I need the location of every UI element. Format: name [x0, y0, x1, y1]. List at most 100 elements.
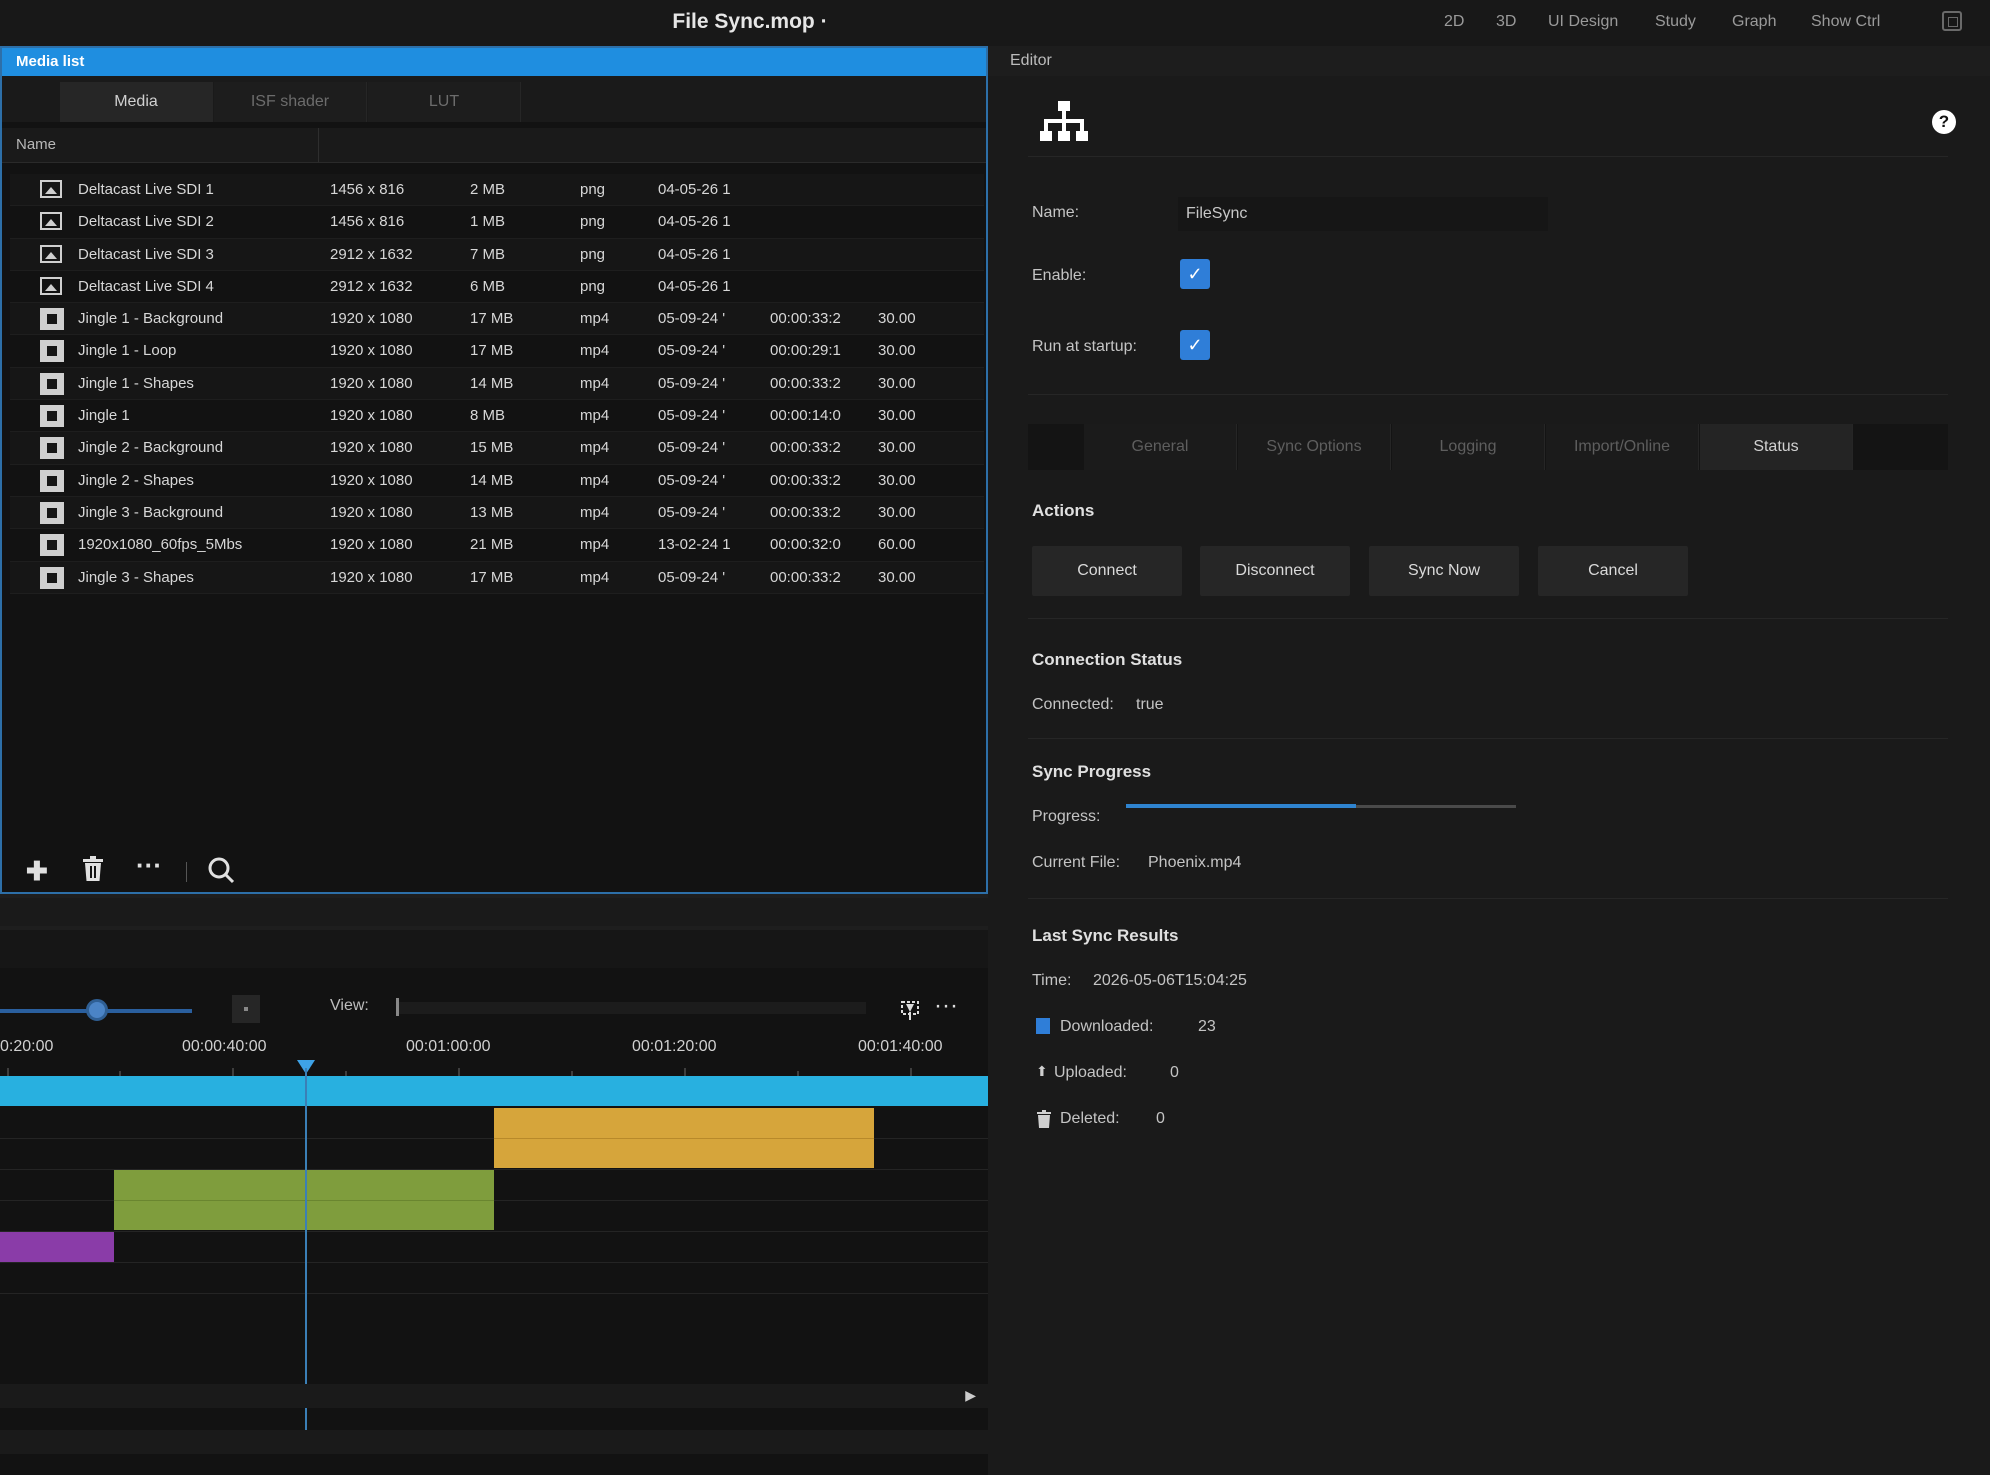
splitter-bar[interactable] [0, 898, 988, 926]
cell-size: 21 MB [470, 536, 514, 554]
cell-size: 17 MB [470, 310, 514, 328]
video-icon [40, 437, 64, 460]
table-row[interactable]: 1920x1080_60fps_5Mbs 1920 x 1080 21 MB mp4 1… [10, 529, 984, 562]
cell-name: Jingle 2 - Shapes [78, 471, 194, 489]
tab-general[interactable]: General [1084, 424, 1237, 470]
timeline-scrollbar[interactable]: ▶ [0, 1384, 988, 1408]
menu-study[interactable]: Study [1655, 13, 1696, 31]
cell-date: 05-09-24 ' [658, 407, 726, 425]
cell-size: 1 MB [470, 213, 506, 231]
tab-sync-options[interactable]: Sync Options [1238, 424, 1391, 470]
cell-date: 04-05-26 1 [658, 277, 731, 295]
table-row[interactable]: Jingle 2 - Shapes 1920 x 1080 14 MB mp4 05-0… [10, 465, 984, 497]
view-scroll-track[interactable] [396, 1002, 866, 1014]
menu-show-ctrl[interactable]: Show Ctrl [1811, 13, 1880, 31]
divider [1028, 898, 1948, 899]
name-field[interactable]: FileSync [1178, 197, 1548, 231]
tab-status[interactable]: Status [1700, 424, 1853, 470]
cell-resolution: 1920 x 1080 [330, 503, 413, 521]
table-row[interactable]: Jingle 1 - Loop 1920 x 1080 17 MB mp4 05-09-… [10, 335, 984, 368]
cell-name: Jingle 2 - Background [78, 439, 224, 457]
editor-header: Editor [988, 46, 1990, 76]
trash-icon[interactable] [82, 856, 104, 889]
timeline-small-button[interactable] [232, 995, 260, 1023]
column-header[interactable]: Name [2, 128, 986, 163]
clip-divider [114, 1200, 494, 1201]
cell-format: mp4 [580, 439, 610, 457]
disconnect-button[interactable]: Disconnect [1200, 546, 1350, 596]
snap-icon[interactable] [896, 998, 924, 1028]
connect-button[interactable]: Connect [1032, 546, 1182, 596]
run-at-startup-checkbox[interactable]: ✓ [1180, 330, 1210, 360]
cell-resolution: 1456 x 816 [330, 181, 405, 198]
master-track[interactable] [0, 1076, 988, 1106]
cell-duration: 00:00:14:0 [770, 407, 841, 425]
enable-checkbox[interactable]: ✓ [1180, 259, 1210, 289]
cell-resolution: 1920 x 1080 [330, 374, 413, 392]
track-divider [0, 1293, 988, 1294]
tab-isf-shader[interactable]: ISF shader [214, 82, 367, 122]
search-icon[interactable] [207, 856, 235, 891]
cell-name: Deltacast Live SDI 4 [78, 277, 214, 295]
table-row[interactable]: Jingle 1 - Background 1920 x 1080 17 MB mp4… [10, 303, 984, 336]
tab-lut[interactable]: LUT [368, 82, 521, 122]
cell-name: Jingle 1 - Shapes [78, 374, 194, 392]
cell-duration: 00:00:32:0 [770, 536, 841, 554]
tab-import-online[interactable]: Import/Online [1546, 424, 1699, 470]
menu-graph[interactable]: Graph [1732, 13, 1776, 31]
actions-title: Actions [1032, 501, 1095, 520]
progress-label: Progress: [1032, 808, 1101, 825]
column-name-header[interactable]: Name [16, 136, 56, 153]
table-row[interactable]: Deltacast Live SDI 3 2912 x 1632 7 MB png 04… [10, 238, 984, 271]
menu-2d[interactable]: 2D [1444, 13, 1464, 31]
cell-date: 05-09-24 ' [658, 374, 726, 392]
cell-duration: 00:00:33:2 [770, 471, 841, 489]
table-row[interactable]: Deltacast Live SDI 4 2912 x 1632 6 MB png 04… [10, 271, 984, 304]
zoom-slider-knob[interactable] [86, 999, 108, 1021]
sync-progress-title: Sync Progress [1032, 762, 1152, 781]
cell-date: 04-05-26 1 [658, 181, 731, 198]
clip-purple[interactable] [0, 1232, 114, 1262]
table-row[interactable]: Jingle 3 - Background 1920 x 1080 13 MB mp4… [10, 496, 984, 530]
play-arrow-icon[interactable]: ▶ [965, 1387, 976, 1404]
table-row[interactable]: Jingle 2 - Background 1920 x 1080 15 MB mp4… [10, 432, 984, 465]
cell-name: Jingle 1 - Loop [78, 342, 177, 360]
tab-logging[interactable]: Logging [1392, 424, 1545, 470]
deleted-label: Deleted: [1060, 1110, 1120, 1127]
view-scroll-thumb[interactable] [396, 998, 399, 1016]
more-icon[interactable]: ··· [136, 850, 162, 881]
help-icon[interactable]: ? [1932, 110, 1956, 134]
menu-3d[interactable]: 3D [1496, 13, 1516, 31]
view-label: View: [330, 997, 369, 1014]
cell-date: 04-05-26 1 [658, 245, 731, 263]
cell-format: mp4 [580, 407, 610, 425]
layout-icon[interactable] [1942, 11, 1962, 31]
cell-resolution: 1920 x 1080 [330, 310, 413, 328]
cancel-button[interactable]: Cancel [1538, 546, 1688, 596]
video-icon [40, 405, 64, 428]
column-divider[interactable] [318, 128, 319, 162]
cell-format: mp4 [580, 568, 610, 586]
cell-fps: 60.00 [878, 536, 916, 554]
menu-ui-design[interactable]: UI Design [1548, 13, 1618, 31]
downloaded-value: 23 [1198, 1018, 1216, 1035]
video-icon [40, 340, 64, 363]
table-row[interactable]: Deltacast Live SDI 2 1456 x 816 1 MB png 04-… [10, 206, 984, 239]
cell-duration: 00:00:33:2 [770, 310, 841, 328]
tab-media[interactable]: Media [60, 82, 213, 122]
cell-format: png [580, 245, 606, 263]
cell-fps: 30.00 [878, 407, 916, 425]
cell-size: 14 MB [470, 471, 514, 489]
tick-label: 00:01:40:00 [858, 1038, 943, 1055]
cell-name: Deltacast Live SDI 1 [78, 181, 214, 198]
timeline-more-icon[interactable]: ··· [934, 992, 958, 1020]
ruler-ticks [7, 1068, 912, 1076]
plus-icon[interactable]: ✚ [26, 856, 48, 887]
cell-format: png [580, 181, 606, 198]
table-row[interactable]: Deltacast Live SDI 1 1456 x 816 2 MB png 04-… [10, 174, 984, 207]
table-row[interactable]: Jingle 1 - Shapes 1920 x 1080 14 MB mp4 05-0… [10, 367, 984, 401]
video-icon [40, 308, 64, 331]
table-row[interactable]: Jingle 1 1920 x 1080 8 MB mp4 05-09-24 ' 00:0… [10, 400, 984, 433]
sync-now-button[interactable]: Sync Now [1369, 546, 1519, 596]
table-row[interactable]: Jingle 3 - Shapes 1920 x 1080 17 MB mp4 05-0… [10, 561, 984, 594]
